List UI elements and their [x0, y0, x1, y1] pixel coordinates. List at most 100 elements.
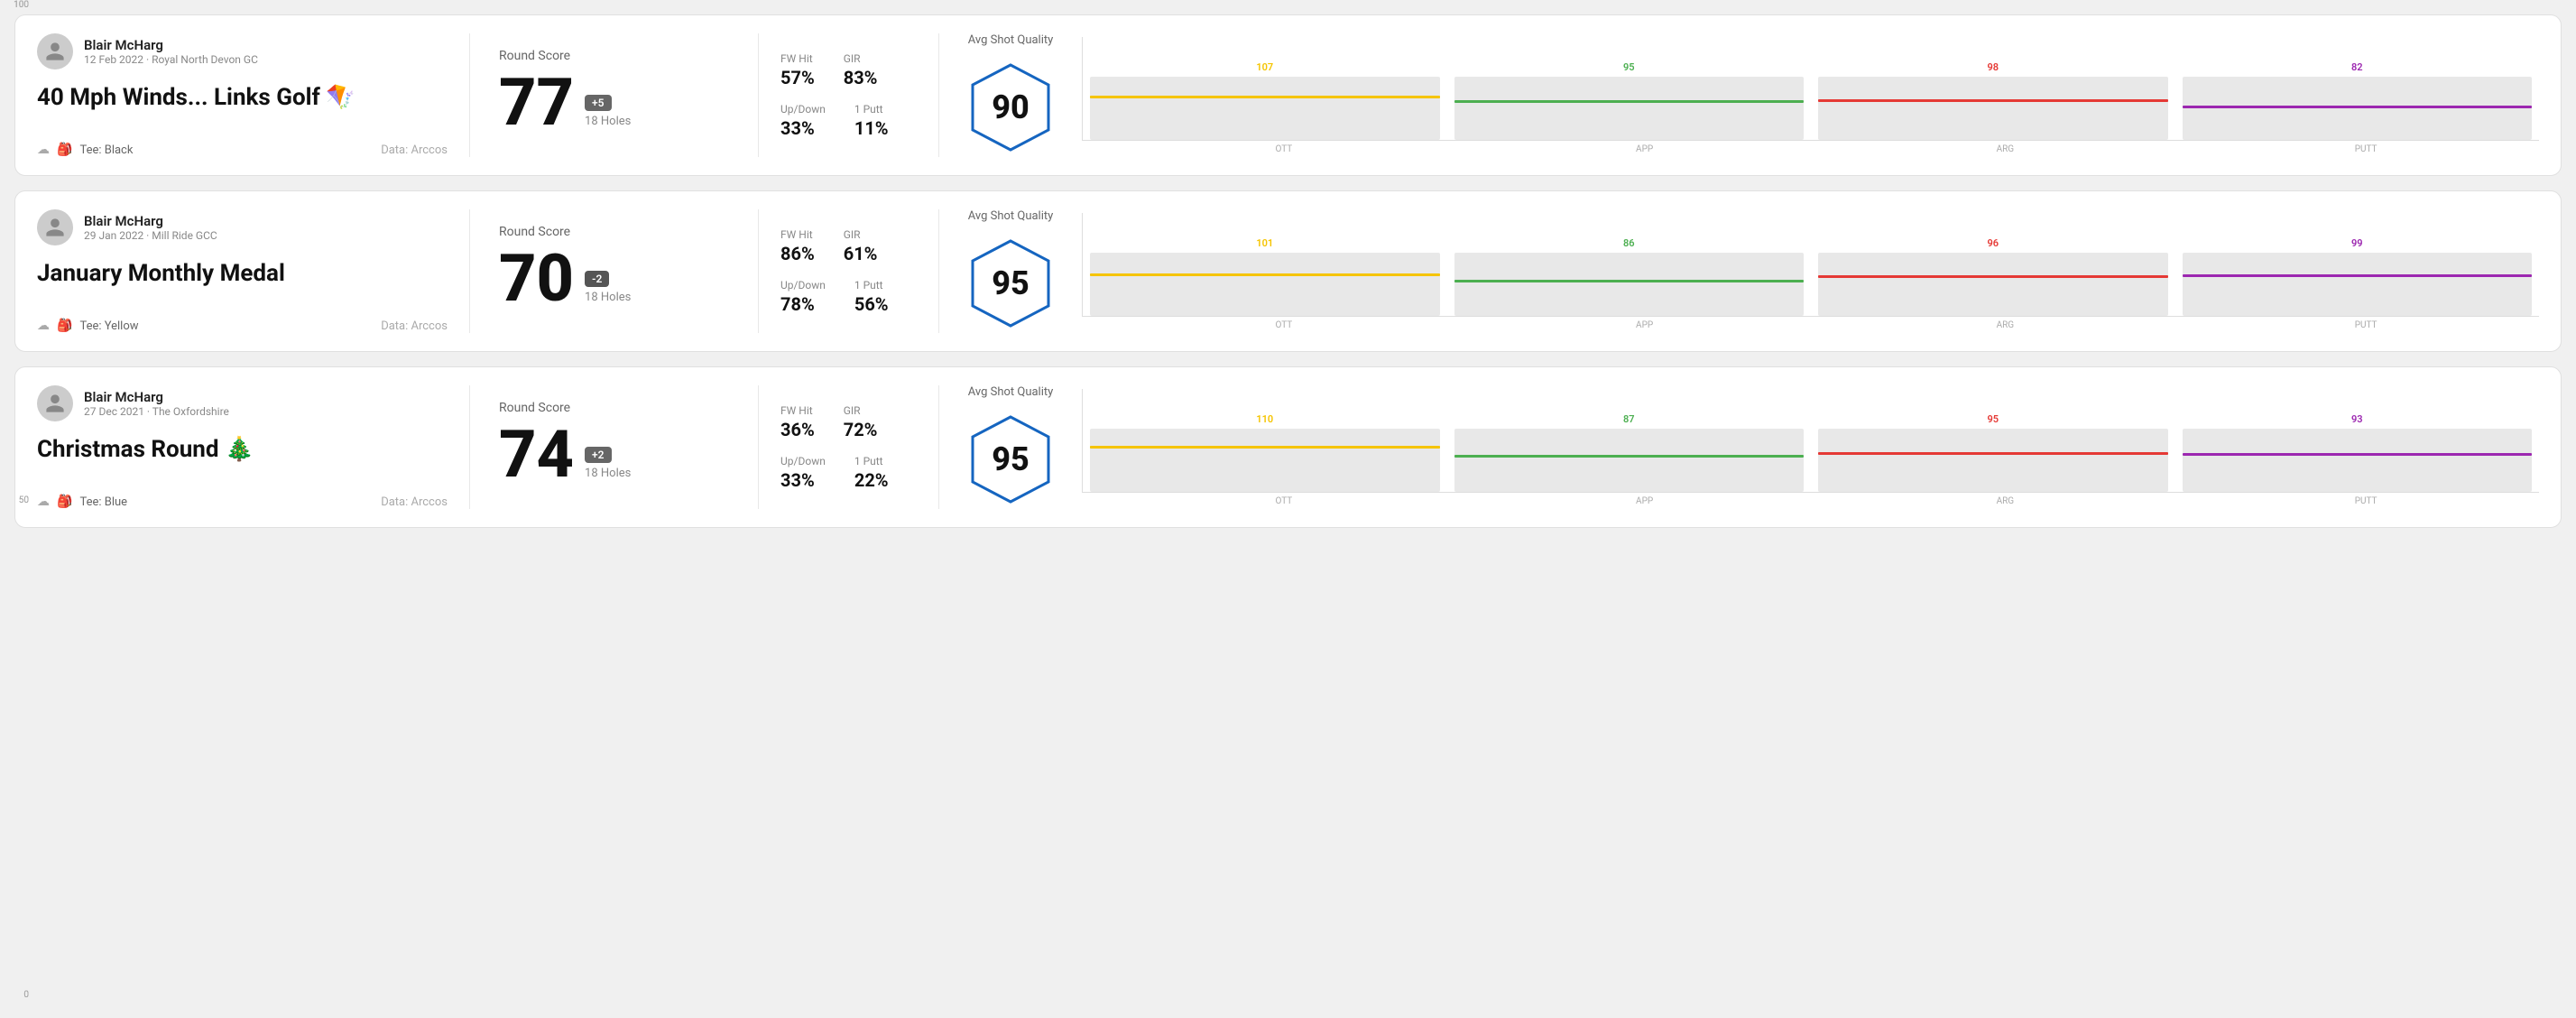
fw-hit-value: 86%: [780, 243, 815, 264]
oneputt-label: 1 Putt: [854, 279, 889, 292]
card-stats: FW Hit 36% GIR 72% Up/Down 33% 1 Putt: [759, 385, 939, 509]
hexagon-section: Avg Shot Quality 90: [961, 33, 1060, 157]
card-left: Blair McHarg 29 Jan 2022 · Mill Ride GCC…: [37, 209, 470, 333]
score-badge-value: +5: [585, 95, 611, 111]
avg-shot-quality-label: Avg Shot Quality: [968, 385, 1054, 399]
user-info: Blair McHarg 29 Jan 2022 · Mill Ride GCC: [84, 213, 217, 242]
bar-group: 110: [1090, 413, 1440, 492]
gir-value: 83%: [844, 67, 878, 88]
oneputt-stat: 1 Putt 56%: [854, 279, 889, 315]
updown-label: Up/Down: [780, 103, 826, 116]
score-badge-value: -2: [585, 271, 609, 287]
user-row: Blair McHarg 12 Feb 2022 · Royal North D…: [37, 33, 448, 69]
user-meta: 12 Feb 2022 · Royal North Devon GC: [84, 53, 258, 66]
stats-row-bottom: Up/Down 33% 1 Putt 11%: [780, 103, 917, 139]
score-badge: +5 18 Holes: [585, 95, 631, 135]
hexagon-section: Avg Shot Quality 95: [961, 209, 1060, 333]
card-footer: ☁ 🎒 Tee: Yellow Data: Arccos: [37, 319, 448, 333]
tee-info: ☁ 🎒 Tee: Yellow: [37, 319, 139, 333]
bag-icon: 🎒: [57, 319, 72, 333]
tee-label: Tee: Blue: [79, 495, 127, 509]
round-title: January Monthly Medal: [37, 260, 448, 287]
weather-icon: ☁: [37, 495, 50, 509]
score-row: 70 -2 18 Holes: [499, 246, 729, 311]
fw-hit-stat: FW Hit 57%: [780, 52, 815, 88]
holes-text: 18 Holes: [585, 291, 631, 304]
updown-label: Up/Down: [780, 279, 826, 292]
score-big: 77: [499, 70, 574, 135]
score-badge: -2 18 Holes: [585, 271, 631, 311]
fw-hit-stat: FW Hit 36%: [780, 404, 815, 440]
oneputt-value: 11%: [854, 117, 889, 139]
updown-label: Up/Down: [780, 455, 826, 467]
oneputt-value: 56%: [854, 293, 889, 315]
fw-hit-value: 57%: [780, 67, 815, 88]
stats-row-top: FW Hit 36% GIR 72%: [780, 404, 917, 440]
data-source: Data: Arccos: [381, 319, 448, 333]
data-source: Data: Arccos: [381, 495, 448, 509]
user-row: Blair McHarg 29 Jan 2022 · Mill Ride GCC: [37, 209, 448, 245]
tee-info: ☁ 🎒 Tee: Blue: [37, 495, 127, 509]
stats-row-top: FW Hit 57% GIR 83%: [780, 52, 917, 88]
user-row: Blair McHarg 27 Dec 2021 · The Oxfordshi…: [37, 385, 448, 421]
stats-row-bottom: Up/Down 78% 1 Putt 56%: [780, 279, 917, 315]
hex-score: 95: [992, 264, 1029, 302]
bar-group: 107: [1090, 61, 1440, 140]
hex-score: 90: [992, 88, 1029, 126]
updown-stat: Up/Down 78%: [780, 279, 826, 315]
round-score-label: Round Score: [499, 401, 729, 415]
bar-group: 93: [2183, 413, 2533, 492]
card-middle: Round Score 74 +2 18 Holes: [470, 385, 759, 509]
hexagon-wrap: 95: [961, 410, 1060, 509]
avatar: [37, 385, 73, 421]
card-footer: ☁ 🎒 Tee: Black Data: Arccos: [37, 143, 448, 157]
fw-hit-label: FW Hit: [780, 228, 815, 241]
gir-label: GIR: [844, 228, 878, 241]
bar-chart: 100 50 0 101: [1082, 213, 2539, 330]
card-footer: ☁ 🎒 Tee: Blue Data: Arccos: [37, 495, 448, 509]
round-score-label: Round Score: [499, 49, 729, 63]
fw-hit-stat: FW Hit 86%: [780, 228, 815, 264]
fw-hit-label: FW Hit: [780, 52, 815, 65]
user-name: Blair McHarg: [84, 37, 258, 53]
score-badge: +2 18 Holes: [585, 447, 631, 487]
gir-label: GIR: [844, 52, 878, 65]
holes-text: 18 Holes: [585, 115, 631, 128]
card-stats: FW Hit 86% GIR 61% Up/Down 78% 1 Putt: [759, 209, 939, 333]
gir-value: 61%: [844, 243, 878, 264]
bar-group: 95: [1454, 61, 1805, 140]
user-name: Blair McHarg: [84, 213, 217, 229]
card-stats: FW Hit 57% GIR 83% Up/Down 33% 1 Putt: [759, 33, 939, 157]
oneputt-stat: 1 Putt 11%: [854, 103, 889, 139]
bag-icon: 🎒: [57, 143, 72, 157]
updown-value: 33%: [780, 117, 826, 139]
gir-value: 72%: [844, 419, 878, 440]
tee-info: ☁ 🎒 Tee: Black: [37, 143, 133, 157]
bar-group: 87: [1454, 413, 1805, 492]
avg-shot-quality-label: Avg Shot Quality: [968, 33, 1054, 47]
user-meta: 29 Jan 2022 · Mill Ride GCC: [84, 229, 217, 242]
user-info: Blair McHarg 12 Feb 2022 · Royal North D…: [84, 37, 258, 66]
bar-group: 99: [2183, 237, 2533, 316]
user-name: Blair McHarg: [84, 389, 229, 405]
card-right: Avg Shot Quality 95 100 50 0: [939, 209, 2539, 333]
hex-score: 95: [992, 440, 1029, 478]
weather-icon: ☁: [37, 143, 50, 157]
round-score-label: Round Score: [499, 225, 729, 239]
bar-group: 82: [2183, 61, 2533, 140]
round-title: 40 Mph Winds... Links Golf 🪁: [37, 84, 448, 111]
hexagon-section: Avg Shot Quality 95: [961, 385, 1060, 509]
round-title: Christmas Round 🎄: [37, 436, 448, 463]
score-big: 74: [499, 422, 574, 487]
bar-group: 95: [1818, 413, 2168, 492]
gir-label: GIR: [844, 404, 878, 417]
fw-hit-value: 36%: [780, 419, 815, 440]
bar-chart: 100 50 0 107: [1082, 37, 2539, 154]
oneputt-stat: 1 Putt 22%: [854, 455, 889, 491]
score-row: 74 +2 18 Holes: [499, 422, 729, 487]
weather-icon: ☁: [37, 319, 50, 333]
gir-stat: GIR 83%: [844, 52, 878, 88]
tee-label: Tee: Black: [79, 143, 133, 157]
holes-text: 18 Holes: [585, 467, 631, 480]
bar-group: 86: [1454, 237, 1805, 316]
